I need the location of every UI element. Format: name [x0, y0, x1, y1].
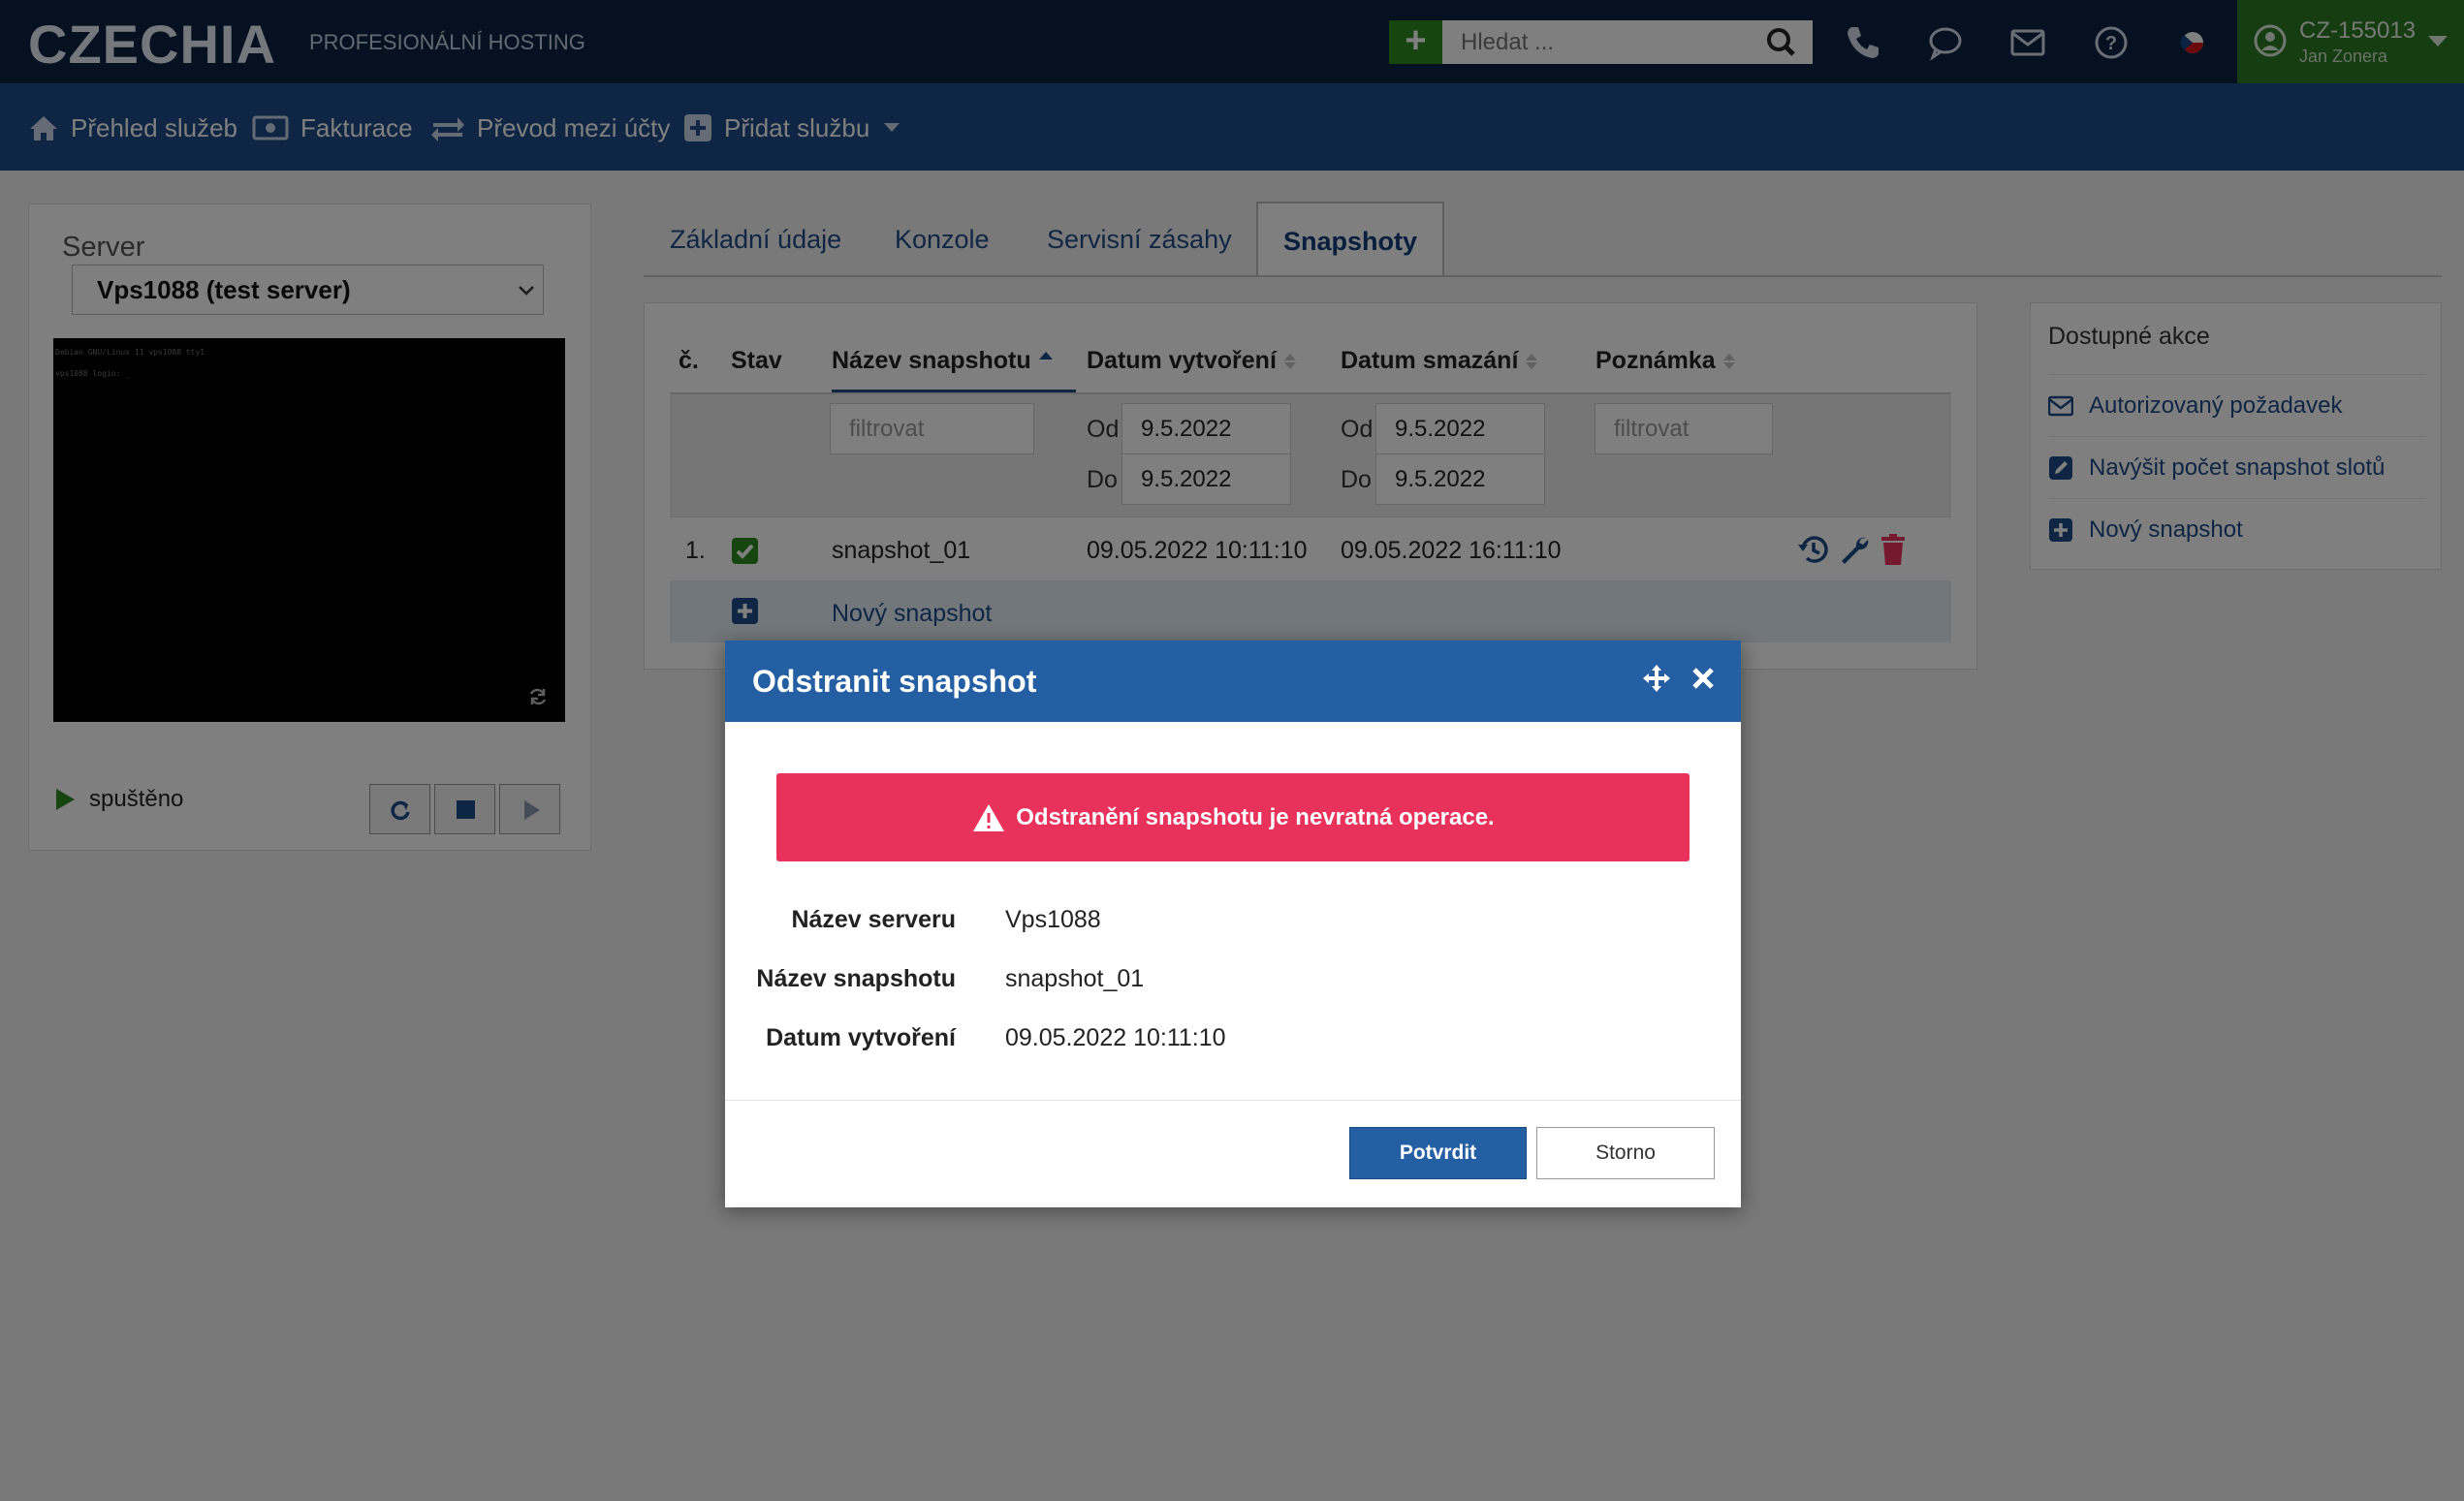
close-icon[interactable] — [1689, 664, 1718, 693]
field-value: Vps1088 — [1005, 906, 1101, 933]
warning-icon — [973, 803, 1005, 831]
dialog-title: Odstranit snapshot — [752, 664, 1037, 699]
field-key: Název snapshotu — [756, 965, 956, 992]
move-icon[interactable] — [1642, 664, 1671, 693]
dialog-footer-divider — [725, 1100, 1741, 1101]
field-key: Datum vytvoření — [766, 1024, 956, 1051]
field-value: 09.05.2022 10:11:10 — [1005, 1024, 1226, 1051]
page: CZECHIA PROFESIONÁLNÍ HOSTING + ? CZ-155… — [0, 0, 2464, 1501]
dialog-header: Odstranit snapshot — [725, 641, 1741, 722]
warning-text: Odstranění snapshotu je nevratná operace… — [1016, 803, 1495, 830]
delete-snapshot-dialog: Odstranit snapshot Odstranění snapshotu … — [725, 641, 1741, 1207]
irreversible-warning: Odstranění snapshotu je nevratná operace… — [776, 773, 1690, 861]
confirm-button[interactable]: Potvrdit — [1349, 1127, 1527, 1179]
field-key: Název serveru — [791, 906, 956, 933]
field-value: snapshot_01 — [1005, 965, 1145, 992]
cancel-button[interactable]: Storno — [1536, 1127, 1715, 1179]
